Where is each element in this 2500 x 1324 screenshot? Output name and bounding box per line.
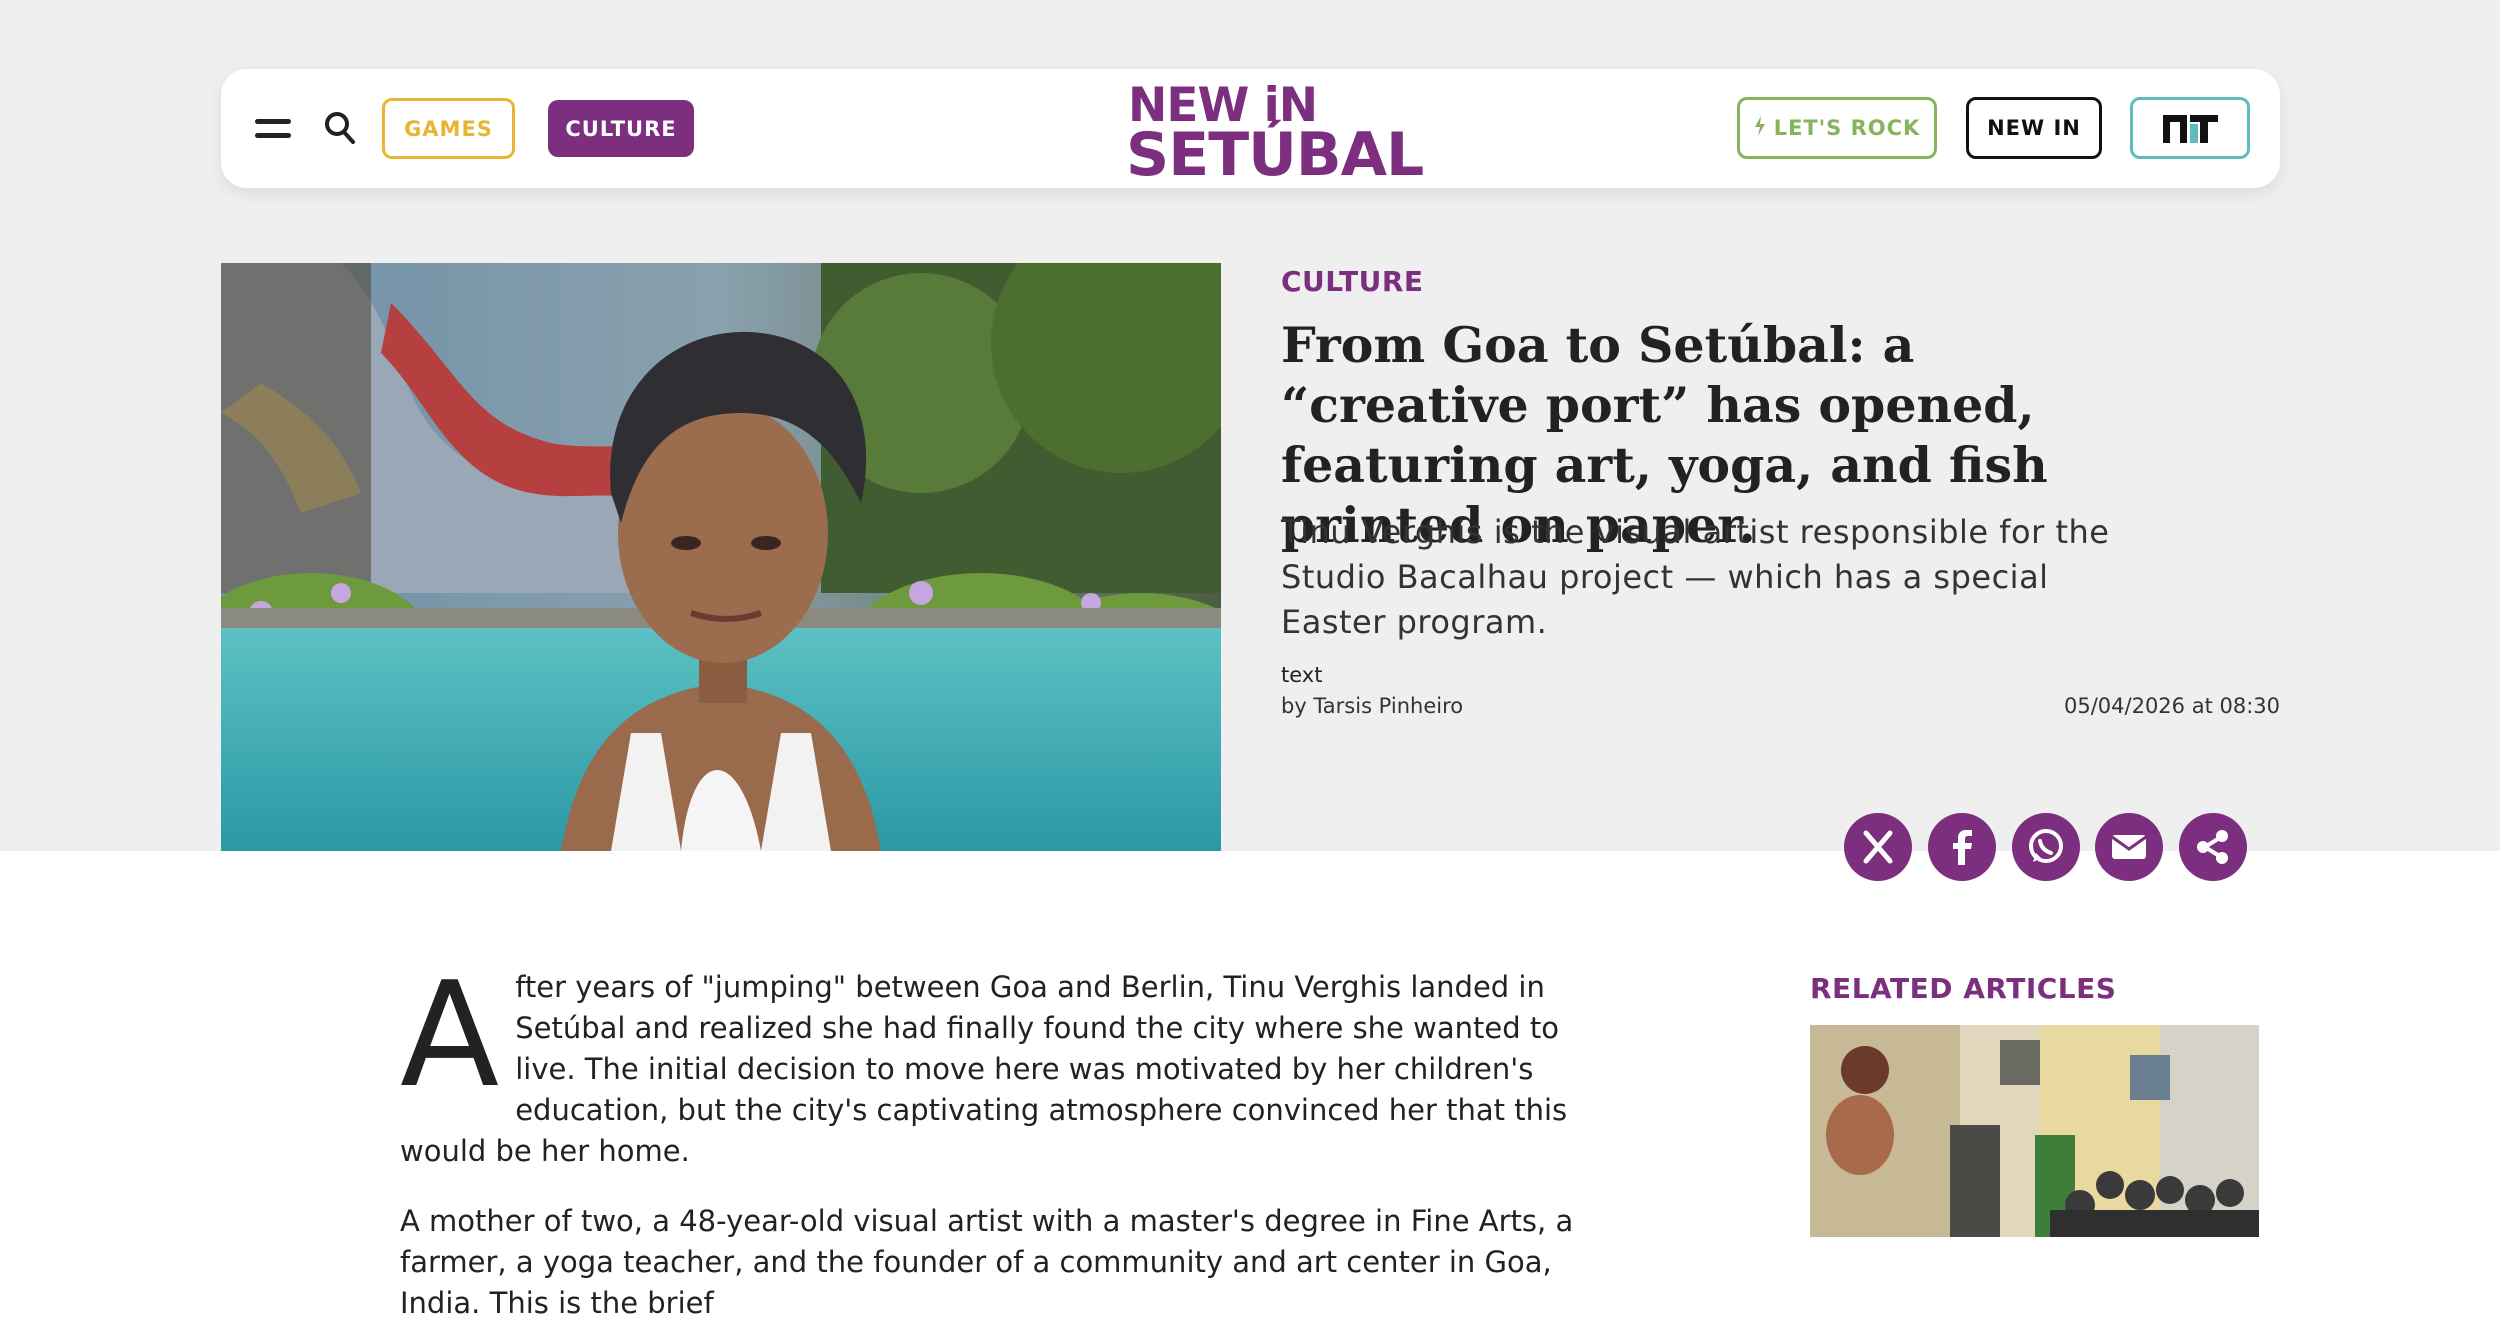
new-in-button[interactable]: NEW IN: [1966, 97, 2102, 159]
share-whatsapp-button[interactable]: [2012, 813, 2080, 881]
whatsapp-icon: [2029, 829, 2063, 863]
lets-rock-button[interactable]: LET'S ROCK: [1737, 97, 1937, 159]
lets-rock-label: LET'S ROCK: [1773, 116, 1921, 140]
article-paragraph: A mother of two, a 48-year-old visual ar…: [400, 1204, 1574, 1320]
logo-line-2: SETÚBAL: [1126, 120, 1424, 190]
article-datetime: 05/04/2026 at 08:30: [2063, 694, 2280, 718]
nt-logo-icon: [2163, 115, 2218, 143]
share-facebook-button[interactable]: [1928, 813, 1996, 881]
share-generic-button[interactable]: [2179, 813, 2247, 881]
related-article-image[interactable]: [1810, 1025, 2259, 1237]
nav-games-button[interactable]: GAMES: [382, 98, 515, 159]
hamburger-menu-icon[interactable]: [255, 114, 291, 142]
article-byline: by Tarsis Pinheiro: [1281, 694, 1464, 718]
paragraph-text: fter years of "jumping" between Goa and …: [400, 970, 1568, 1168]
share-icon: [2197, 830, 2228, 864]
article-paragraph: After years of "jumping" between Goa and…: [400, 951, 1590, 1172]
facebook-icon: [1953, 830, 1972, 865]
drop-cap: A: [400, 951, 500, 1120]
article-body: After years of "jumping" between Goa and…: [400, 951, 1590, 1324]
search-icon[interactable]: [323, 110, 357, 146]
hero-image: [221, 263, 1221, 851]
article-meta-label: text: [1281, 663, 1323, 687]
nt-logo-button[interactable]: [2130, 97, 2250, 159]
nav-culture-button[interactable]: CULTURE: [548, 100, 694, 157]
share-x-button[interactable]: [1844, 813, 1912, 881]
x-icon: [1863, 830, 1893, 864]
lightning-bolt-icon: [1754, 115, 1766, 141]
share-email-button[interactable]: [2095, 813, 2163, 881]
site-header: GAMES CULTURE NEW iN SETÚBAL LET'S ROCK …: [221, 69, 2280, 188]
article-subheadline: Tinu Verghis is the visual artist respon…: [1281, 513, 2110, 641]
email-icon: [2111, 835, 2147, 859]
site-logo[interactable]: NEW iN SETÚBAL: [1126, 80, 1424, 187]
article-section-label[interactable]: CULTURE: [1281, 265, 1424, 298]
related-articles-title: RELATED ARTICLES: [1810, 972, 2117, 1005]
